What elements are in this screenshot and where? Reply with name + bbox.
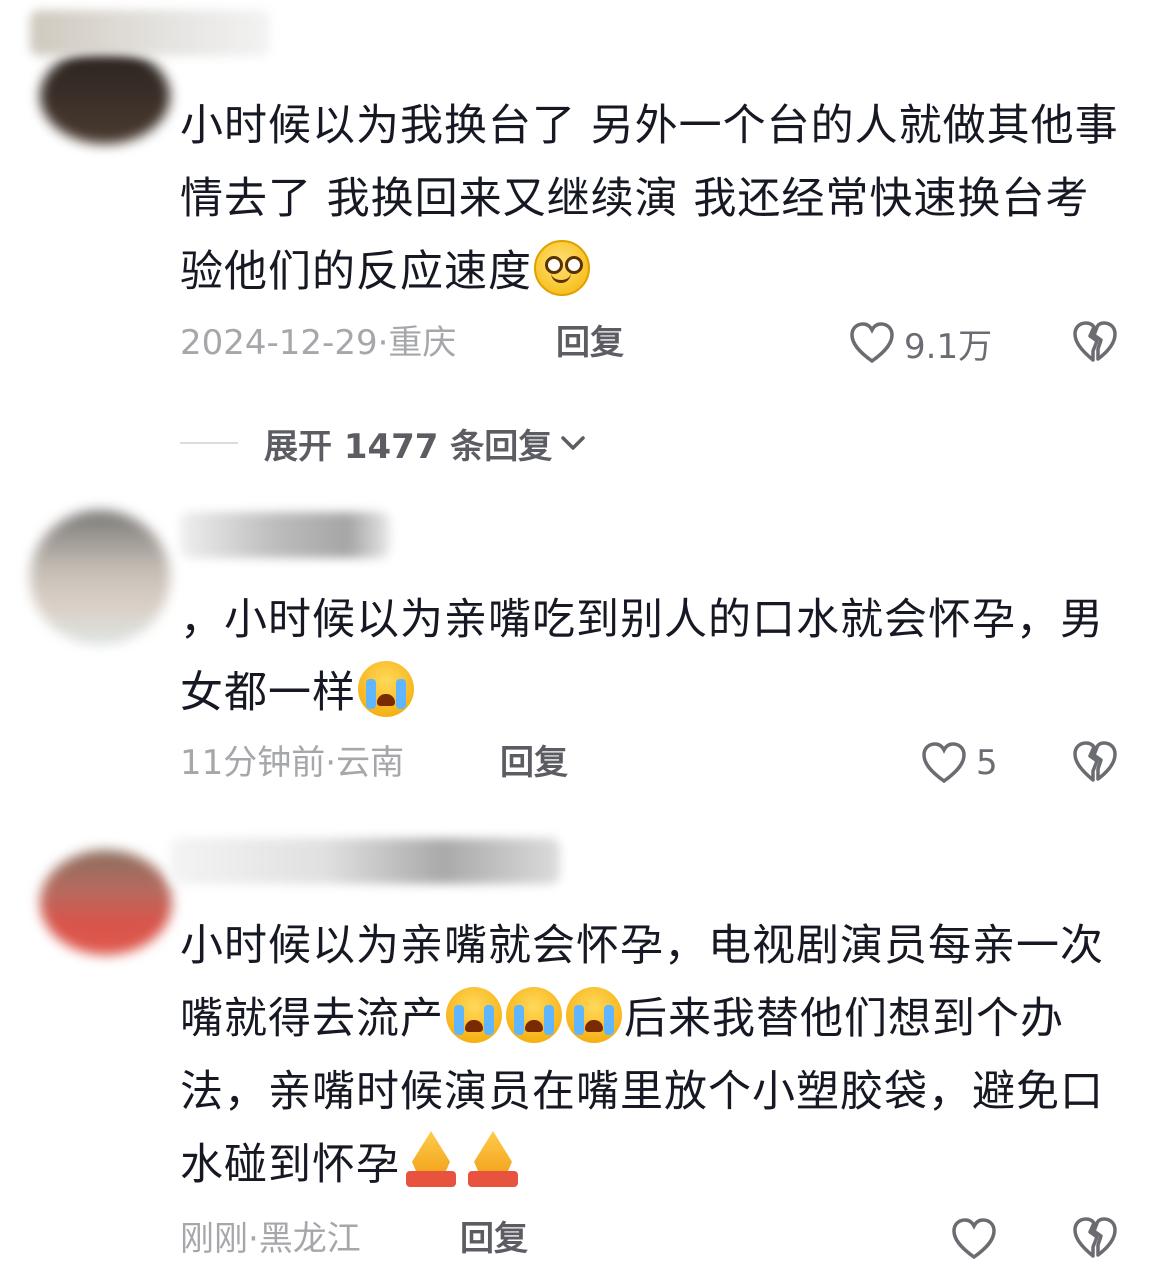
comment-text: 小时候以为亲嘴就会怀孕，电视剧演员每亲一次嘴就得去流产 后来我替他们想到个办法，亲… xyxy=(180,921,1104,1190)
heart-outline-icon xyxy=(850,322,894,364)
reply-button[interactable]: 回复 xyxy=(500,738,568,788)
crying-emoji-icon xyxy=(358,661,414,717)
praying-hands-emoji-icon xyxy=(402,1131,460,1189)
expand-replies-label: 展开 1477 条回复 xyxy=(264,426,553,467)
comment-text: ，小时候以为亲嘴吃到别人的口水就会怀孕，男女都一样 xyxy=(180,595,1104,718)
reply-button[interactable]: 回复 xyxy=(556,318,624,368)
comment-text: 小时候以为我换台了 另外一个台的人就做其他事情去了 我换回来又继续演 我还经常快… xyxy=(180,101,1119,297)
comment-date: 刚刚 xyxy=(180,1219,248,1259)
chevron-down-icon xyxy=(561,436,586,450)
avatar[interactable] xyxy=(30,510,170,645)
comment-meta: 11分钟前·云南 xyxy=(180,743,405,783)
like-button[interactable]: 9.1万 xyxy=(848,318,992,368)
divider-line xyxy=(180,442,238,444)
comment-location: 重庆 xyxy=(388,323,457,363)
comment-date: 2024-12-29 xyxy=(180,323,378,363)
broken-heart-icon xyxy=(1073,321,1117,362)
comment-location: 云南 xyxy=(336,743,405,783)
comment-location: 黑龙江 xyxy=(258,1219,361,1259)
like-button[interactable] xyxy=(950,1214,1006,1264)
praying-hands-emoji-icon xyxy=(464,1131,522,1189)
dislike-button[interactable] xyxy=(1072,1216,1118,1264)
avatar[interactable] xyxy=(40,48,170,144)
expand-replies[interactable]: 展开 1477 条回复 xyxy=(180,418,588,468)
dislike-button[interactable] xyxy=(1072,320,1118,368)
crying-emoji-icon xyxy=(566,987,622,1043)
broken-heart-icon xyxy=(1073,1217,1117,1258)
reply-button[interactable]: 回复 xyxy=(460,1214,528,1264)
username-redacted[interactable] xyxy=(170,838,560,884)
username-redacted[interactable] xyxy=(30,10,270,56)
heart-outline-icon xyxy=(922,742,966,784)
broken-heart-icon xyxy=(1073,741,1117,782)
username-redacted[interactable] xyxy=(180,512,390,558)
comment-meta: 刚刚·黑龙江 xyxy=(180,1219,361,1259)
like-count: 9.1万 xyxy=(904,326,993,367)
comment-date: 11分钟前 xyxy=(180,743,326,783)
like-count: 5 xyxy=(976,743,998,783)
heart-outline-icon xyxy=(952,1218,996,1260)
comment-meta: 2024-12-29·重庆 xyxy=(180,323,457,363)
crying-emoji-icon xyxy=(446,987,502,1043)
flushed-smile-emoji-icon xyxy=(534,240,590,296)
avatar[interactable] xyxy=(40,850,172,955)
like-button[interactable]: 5 xyxy=(920,738,998,788)
crying-emoji-icon xyxy=(506,987,562,1043)
dislike-button[interactable] xyxy=(1072,740,1118,788)
